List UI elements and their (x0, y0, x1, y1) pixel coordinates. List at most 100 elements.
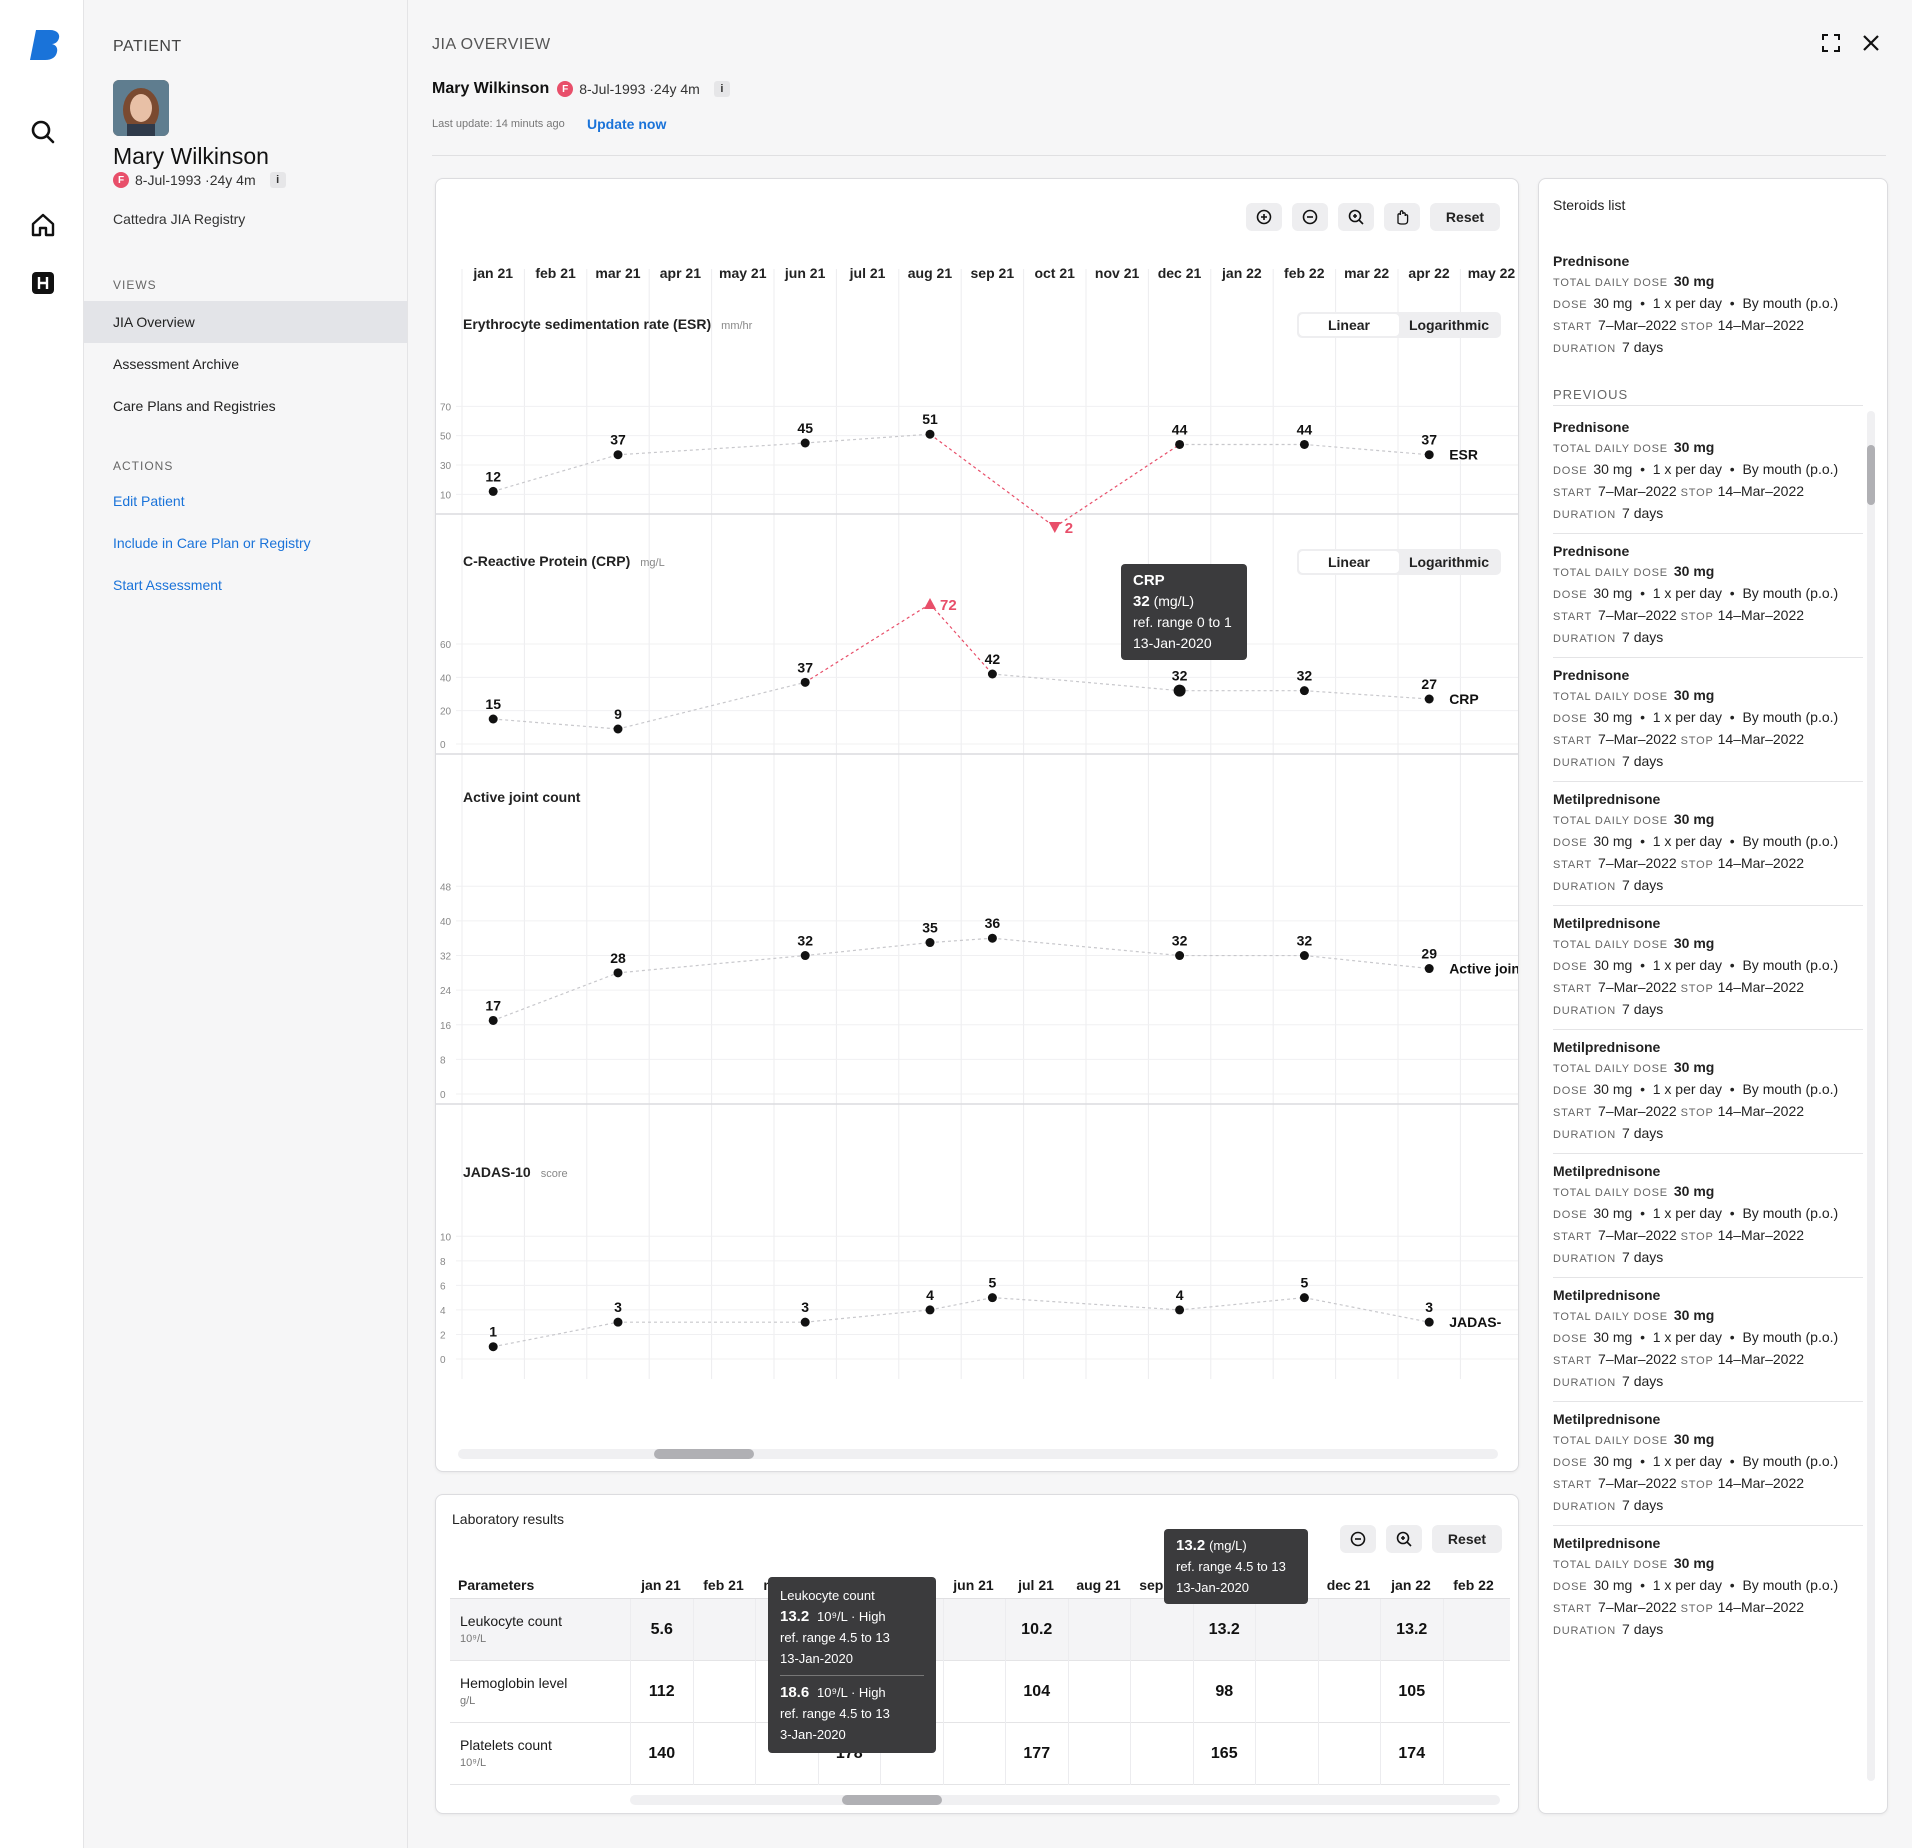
lab-zoom-out-button[interactable] (1340, 1525, 1376, 1553)
brand-logo-icon[interactable] (28, 30, 60, 60)
lab-cell[interactable] (1067, 1661, 1131, 1723)
lab-row[interactable]: Leukocyte count 10⁹/L 5.6 10.2 13.2 13.2 (450, 1599, 1510, 1661)
data-point (613, 1317, 623, 1327)
lab-row[interactable]: Hemoglobin level g/L 112 104 98 105 (450, 1661, 1510, 1723)
chart-h-scrollbar[interactable] (458, 1449, 1498, 1459)
lab-cell[interactable] (1130, 1599, 1193, 1661)
edit-patient-link[interactable]: Edit Patient (113, 493, 185, 509)
charts-card: Reset jan 21 feb 21 mar 21 apr 21 may 21 jun … (435, 178, 1519, 1472)
start-date: 7–Mar–2022 (1598, 1227, 1677, 1243)
lab-cell[interactable] (692, 1723, 756, 1785)
previous-steroid-item[interactable]: Prednisone TOTAL DAILY DOSE 30 mg DOSE 30 … (1553, 543, 1863, 649)
lab-cell[interactable]: 10.2 (1005, 1599, 1068, 1661)
previous-steroid-item[interactable]: Metilprednisone TOTAL DAILY DOSE 30 mg DO… (1553, 1039, 1863, 1145)
steroids-scroll-thumb[interactable] (1867, 445, 1875, 505)
lab-cell[interactable]: 13.2 (1192, 1599, 1256, 1661)
lab-cell[interactable] (1130, 1723, 1193, 1785)
lab-cell[interactable] (1130, 1661, 1193, 1723)
esr-scale-toggle[interactable]: Linear Logarithmic (1297, 312, 1501, 338)
crp-scale-toggle[interactable]: Linear Logarithmic (1297, 549, 1501, 575)
lab-magnify-button[interactable] (1386, 1525, 1422, 1553)
stop-date: 14–Mar–2022 (1717, 1103, 1805, 1119)
lab-cell[interactable] (692, 1599, 756, 1661)
lab-reset-button[interactable]: Reset (1432, 1525, 1502, 1553)
lab-cell[interactable]: 140 (630, 1723, 693, 1785)
patient-meta: F 8-Jul-1993 ·24y 4m i (113, 172, 286, 188)
zoom-in-button[interactable] (1246, 203, 1282, 231)
header-info-icon[interactable]: i (713, 81, 730, 97)
steroid-name: Metilprednisone (1553, 1287, 1661, 1303)
esr-log-option[interactable]: Logarithmic (1399, 314, 1499, 336)
series-line (492, 972, 619, 1022)
steroids-v-scrollbar[interactable] (1867, 411, 1875, 1781)
magnify-button[interactable] (1338, 203, 1374, 231)
label: START (1553, 1603, 1593, 1615)
nav-care-plans[interactable]: Care Plans and Registries (84, 385, 407, 427)
h-square-icon[interactable] (28, 268, 58, 298)
previous-steroid-item[interactable]: Metilprednisone TOTAL DAILY DOSE 30 mg DO… (1553, 1287, 1863, 1393)
crp-log-option[interactable]: Logarithmic (1399, 551, 1499, 573)
lab-cell[interactable] (1317, 1661, 1381, 1723)
home-icon[interactable] (28, 210, 58, 240)
lab-cell[interactable] (1067, 1599, 1131, 1661)
lab-cell[interactable] (1255, 1661, 1318, 1723)
previous-steroid-item[interactable]: Metilprednisone TOTAL DAILY DOSE 30 mg DO… (1553, 1535, 1863, 1641)
previous-steroid-item[interactable]: Metilprednisone TOTAL DAILY DOSE 30 mg DO… (1553, 791, 1863, 897)
nav-assessment-archive[interactable]: Assessment Archive (84, 343, 407, 385)
lab-cell[interactable] (1317, 1599, 1381, 1661)
lab-cell[interactable]: 165 (1192, 1723, 1256, 1785)
lab-cell[interactable] (1255, 1599, 1318, 1661)
fullscreen-icon[interactable] (1822, 34, 1840, 52)
info-icon[interactable]: i (269, 172, 286, 188)
include-care-plan-link[interactable]: Include in Care Plan or Registry (113, 535, 311, 551)
label: DOSE (1553, 713, 1588, 725)
previous-steroid-item[interactable]: Metilprednisone TOTAL DAILY DOSE 30 mg DO… (1553, 1411, 1863, 1517)
update-now-link[interactable]: Update now (587, 116, 666, 132)
lab-cell[interactable]: 13.2 (1380, 1599, 1443, 1661)
lab-column-header: jun 21 (953, 1577, 994, 1593)
lab-cell[interactable] (1442, 1723, 1506, 1785)
previous-steroid-item[interactable]: Metilprednisone TOTAL DAILY DOSE 30 mg DO… (1553, 915, 1863, 1021)
lab-cell[interactable]: 174 (1380, 1723, 1443, 1785)
previous-steroid-item[interactable]: Metilprednisone TOTAL DAILY DOSE 30 mg DO… (1553, 1163, 1863, 1269)
lab-cell[interactable] (1442, 1661, 1506, 1723)
lab-column-header: feb 22 (1453, 1577, 1494, 1593)
lab-cell[interactable] (692, 1661, 756, 1723)
data-label: 3 (614, 1299, 622, 1315)
close-icon[interactable] (1862, 34, 1880, 52)
lab-value: 165 (1210, 1745, 1238, 1762)
reset-button[interactable]: Reset (1430, 203, 1500, 231)
lab-cell[interactable]: 98 (1192, 1661, 1256, 1723)
lab-cell[interactable] (942, 1599, 1006, 1661)
lab-cell[interactable] (942, 1723, 1006, 1785)
pan-button[interactable] (1384, 203, 1420, 231)
stop-date: 14–Mar–2022 (1717, 607, 1805, 623)
lab-cell[interactable] (1255, 1723, 1318, 1785)
lab-cell[interactable]: 112 (630, 1661, 693, 1723)
crp-linear-option[interactable]: Linear (1299, 551, 1399, 573)
total-dose: 30 mg (1673, 935, 1715, 951)
lab-h-scrollbar[interactable] (630, 1795, 1500, 1805)
lab-cell[interactable]: 177 (1005, 1723, 1068, 1785)
zoom-out-button[interactable] (1292, 203, 1328, 231)
lab-row[interactable]: Platelets count 10⁹/L 140 178 177 165 174 (450, 1723, 1510, 1785)
chart-scroll-thumb[interactable] (654, 1449, 754, 1459)
start-assessment-link[interactable]: Start Assessment (113, 577, 222, 593)
lab-cell[interactable] (1067, 1723, 1131, 1785)
lab-cell[interactable]: 104 (1005, 1661, 1068, 1723)
nav-jia-overview[interactable]: JIA Overview (84, 301, 407, 343)
lab-cell[interactable]: 105 (1380, 1661, 1443, 1723)
search-icon[interactable] (28, 117, 58, 147)
lab-scroll-thumb[interactable] (842, 1795, 942, 1805)
current-steroid[interactable]: Prednisone TOTAL DAILY DOSE 30 mg DOSE 30 … (1553, 253, 1863, 359)
lab-cell[interactable] (1442, 1599, 1506, 1661)
esr-linear-option[interactable]: Linear (1299, 314, 1399, 336)
lab-cell[interactable] (1317, 1723, 1381, 1785)
lab-cell[interactable]: 5.6 (630, 1599, 693, 1661)
previous-steroid-item[interactable]: Prednisone TOTAL DAILY DOSE 30 mg DOSE 30 … (1553, 667, 1863, 773)
divider (1553, 1153, 1863, 1154)
label: START (1553, 1355, 1593, 1367)
previous-steroid-item[interactable]: Prednisone TOTAL DAILY DOSE 30 mg DOSE 30 … (1553, 419, 1863, 525)
lab-cell[interactable] (942, 1661, 1006, 1723)
lab-column-header: dec 21 (1326, 1577, 1371, 1593)
